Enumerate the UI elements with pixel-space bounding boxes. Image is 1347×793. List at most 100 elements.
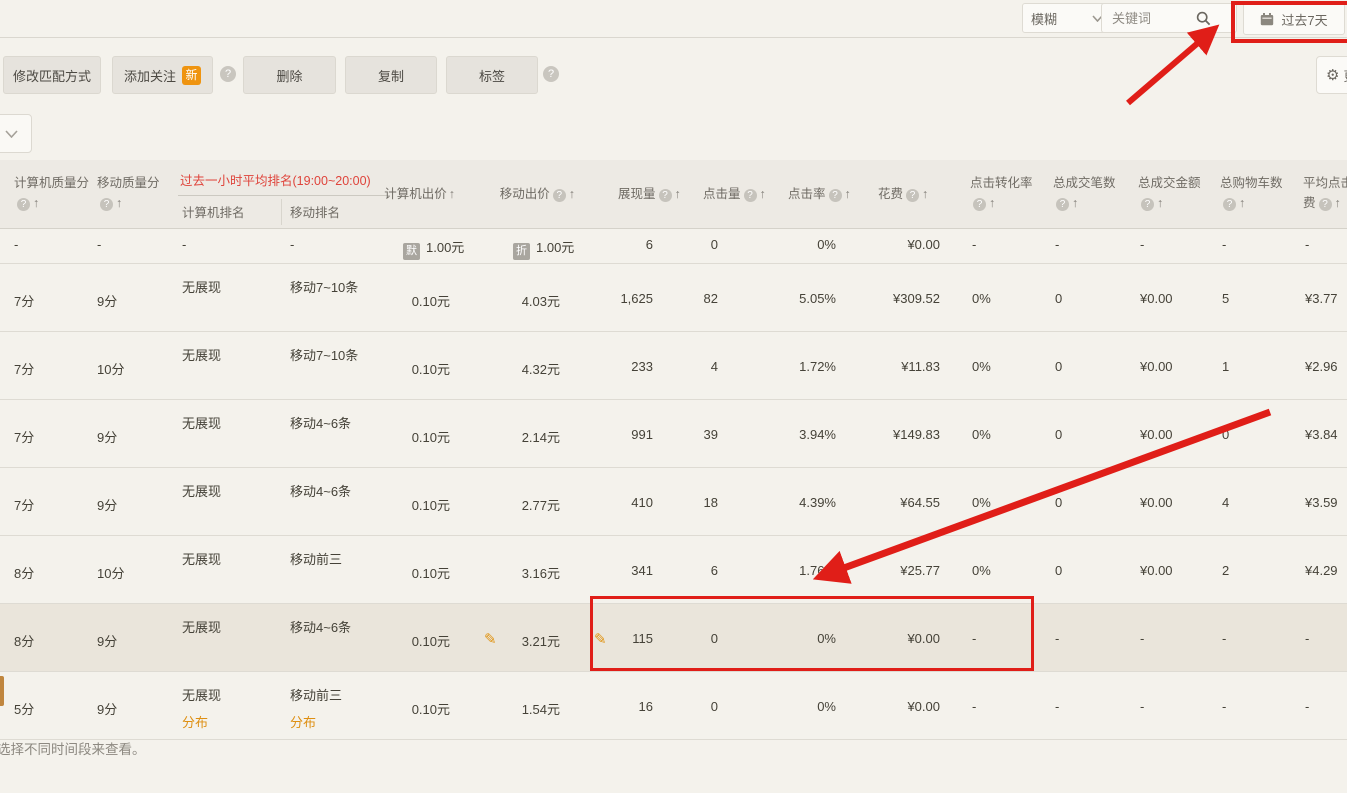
delete-button[interactable]: 删除 — [243, 56, 336, 94]
help-icon[interactable] — [973, 198, 986, 211]
help-icon[interactable] — [1056, 198, 1069, 211]
table-row[interactable]: 8分9分无展现移动4~6条0.10元3.21元11500%¥0.00----- — [0, 604, 1347, 672]
help-icon[interactable] — [553, 189, 566, 202]
col-header-avg-cpc[interactable]: 平均点击花费 — [1303, 173, 1347, 213]
distribution-link[interactable]: 分布 — [182, 712, 221, 731]
table-row[interactable]: 7分9分无展现移动4~6条0.10元2.77元410184.39%¥64.550… — [0, 468, 1347, 536]
fuzzy-match-select[interactable]: 模糊 — [1022, 3, 1112, 33]
col-header-cost[interactable]: 花费 — [878, 184, 928, 204]
cell-value: 1.00元 — [536, 240, 574, 255]
help-icon[interactable] — [744, 189, 757, 202]
cell-mobile-rank: 移动7~10条 — [290, 345, 358, 364]
sort-asc-icon — [1335, 196, 1341, 210]
cell-mobile-rank: 移动4~6条 — [290, 413, 351, 432]
help-icon[interactable] — [829, 189, 842, 202]
col-header-clicks[interactable]: 点击量 — [703, 184, 766, 204]
sort-asc-icon — [449, 187, 455, 201]
cell-total-carts: 2 — [1222, 563, 1229, 578]
cell-ctr: 4.39% — [754, 495, 836, 510]
cell-total-revenue: - — [1140, 237, 1144, 252]
cell-total-orders: 0 — [1055, 359, 1062, 374]
gear-icon — [1326, 66, 1339, 84]
help-icon[interactable] — [100, 198, 113, 211]
help-icon[interactable] — [220, 66, 236, 82]
table-row[interactable]: 5分9分无展现分布移动前三分布0.10元1.54元1600%¥0.00----- — [0, 672, 1347, 740]
modify-match-type-button[interactable]: 修改匹配方式 — [3, 56, 101, 94]
date-range-button[interactable]: 过去7天 — [1243, 3, 1345, 35]
col-header-impressions[interactable]: 展现量 — [618, 184, 681, 204]
cell-cost: ¥309.52 — [856, 291, 940, 306]
col-header-pc-rank[interactable]: 计算机排名 — [182, 202, 245, 221]
help-icon[interactable] — [1319, 198, 1332, 211]
cell-total-carts: - — [1222, 631, 1226, 646]
cell-conversion-rate: 0% — [972, 427, 991, 442]
cell-clicks: 4 — [638, 359, 718, 374]
calendar-icon — [1260, 13, 1274, 26]
cell-mobile-rank: 移动前三分布 — [290, 685, 342, 731]
col-header-mobile-rank[interactable]: 移动排名 — [290, 202, 340, 221]
edit-bid-pencil-icon[interactable] — [484, 630, 497, 648]
col-label: 点击率 — [788, 187, 826, 201]
col-header-total-orders[interactable]: 总成交笔数 — [1053, 173, 1131, 213]
col-label: 移动出价 — [500, 187, 550, 201]
table-row[interactable]: 7分9分无展现移动4~6条0.10元2.14元991393.94%¥149.83… — [0, 400, 1347, 468]
col-label: 计算机质量分 — [14, 176, 89, 190]
table-row[interactable]: 7分10分无展现移动7~10条0.10元4.32元23341.72%¥11.83… — [0, 332, 1347, 400]
col-header-ctr[interactable]: 点击率 — [788, 184, 851, 204]
summary-row[interactable]: ----默1.00元折1.00元600%¥0.00----- — [0, 228, 1347, 264]
sort-asc-icon — [845, 187, 851, 201]
col-header-pc-quality-score[interactable]: 计算机质量分 — [14, 173, 90, 213]
cell-pc-quality-score: 7分 — [14, 291, 34, 310]
collapse-button[interactable] — [0, 114, 32, 153]
cell-pc-bid: 0.10元 — [375, 699, 450, 718]
cell-clicks: 0 — [638, 631, 718, 646]
cell-cost: ¥149.83 — [856, 427, 940, 442]
cell-pc-bid: 0.10元 — [375, 359, 450, 378]
cell-mobile-rank: 移动4~6条 — [290, 617, 351, 636]
cell-ctr: 0% — [754, 699, 836, 714]
column-settings-button[interactable]: 更 — [1316, 56, 1347, 94]
add-watch-button[interactable]: 添加关注 新 — [112, 56, 213, 94]
cell-pc-rank: 无展现 — [182, 481, 221, 500]
keyword-management-screen: 模糊 过去7天 修改匹配方式 添加关注 新 — [0, 0, 1347, 793]
cell-total-orders: 0 — [1055, 495, 1062, 510]
col-header-mobile-quality-score[interactable]: 移动质量分 — [97, 173, 169, 213]
cell-avg-cpc: ¥4.29 — [1305, 563, 1338, 578]
cell-total-orders: - — [1055, 699, 1059, 714]
discount-badge: 折 — [513, 243, 530, 260]
cell-mobile-rank: 移动4~6条 — [290, 481, 351, 500]
col-header-conversion-rate[interactable]: 点击转化率 — [970, 173, 1048, 213]
copy-button[interactable]: 复制 — [345, 56, 437, 94]
cell-total-carts: - — [1222, 237, 1226, 252]
cell-avg-cpc: - — [1305, 699, 1309, 714]
col-header-total-carts[interactable]: 总购物车数 — [1220, 173, 1298, 213]
help-icon[interactable] — [17, 198, 30, 211]
cell-avg-cpc: ¥3.77 — [1305, 291, 1338, 306]
table-row[interactable]: 8分10分无展现移动前三0.10元3.16元34161.76%¥25.770%0… — [0, 536, 1347, 604]
cell-total-carts: 5 — [1222, 291, 1229, 306]
help-icon[interactable] — [906, 189, 919, 202]
col-header-total-revenue[interactable]: 总成交金额 — [1138, 173, 1216, 213]
cell-total-revenue: ¥0.00 — [1140, 563, 1173, 578]
help-icon[interactable] — [1223, 198, 1236, 211]
distribution-link[interactable]: 分布 — [290, 712, 342, 731]
col-header-pc-bid[interactable]: 计算机出价 — [375, 184, 455, 204]
cell-conversion-rate: 0% — [972, 495, 991, 510]
col-label: 展现量 — [618, 187, 656, 201]
col-header-mobile-bid[interactable]: 移动出价 — [470, 184, 575, 204]
cell-pc-rank: 无展现 — [182, 277, 221, 296]
help-icon[interactable] — [1141, 198, 1154, 211]
tag-button[interactable]: 标签 — [446, 56, 538, 94]
keyword-search-input[interactable] — [1110, 10, 1196, 27]
search-icon[interactable] — [1196, 11, 1211, 26]
cell-pc-bid: 0.10元 — [375, 427, 450, 446]
table-row[interactable]: 7分9分无展现移动7~10条0.10元4.03元1,625825.05%¥309… — [0, 264, 1347, 332]
cell-total-carts: - — [1222, 699, 1226, 714]
edit-bid-pencil-icon[interactable] — [594, 630, 607, 648]
help-icon[interactable] — [659, 189, 672, 202]
cell-total-revenue: ¥0.00 — [1140, 359, 1173, 374]
sort-asc-icon — [116, 196, 122, 210]
help-icon[interactable] — [543, 66, 559, 82]
cell-mobile-rank: - — [290, 237, 294, 252]
col-label: 总成交笔数 — [1053, 176, 1116, 190]
